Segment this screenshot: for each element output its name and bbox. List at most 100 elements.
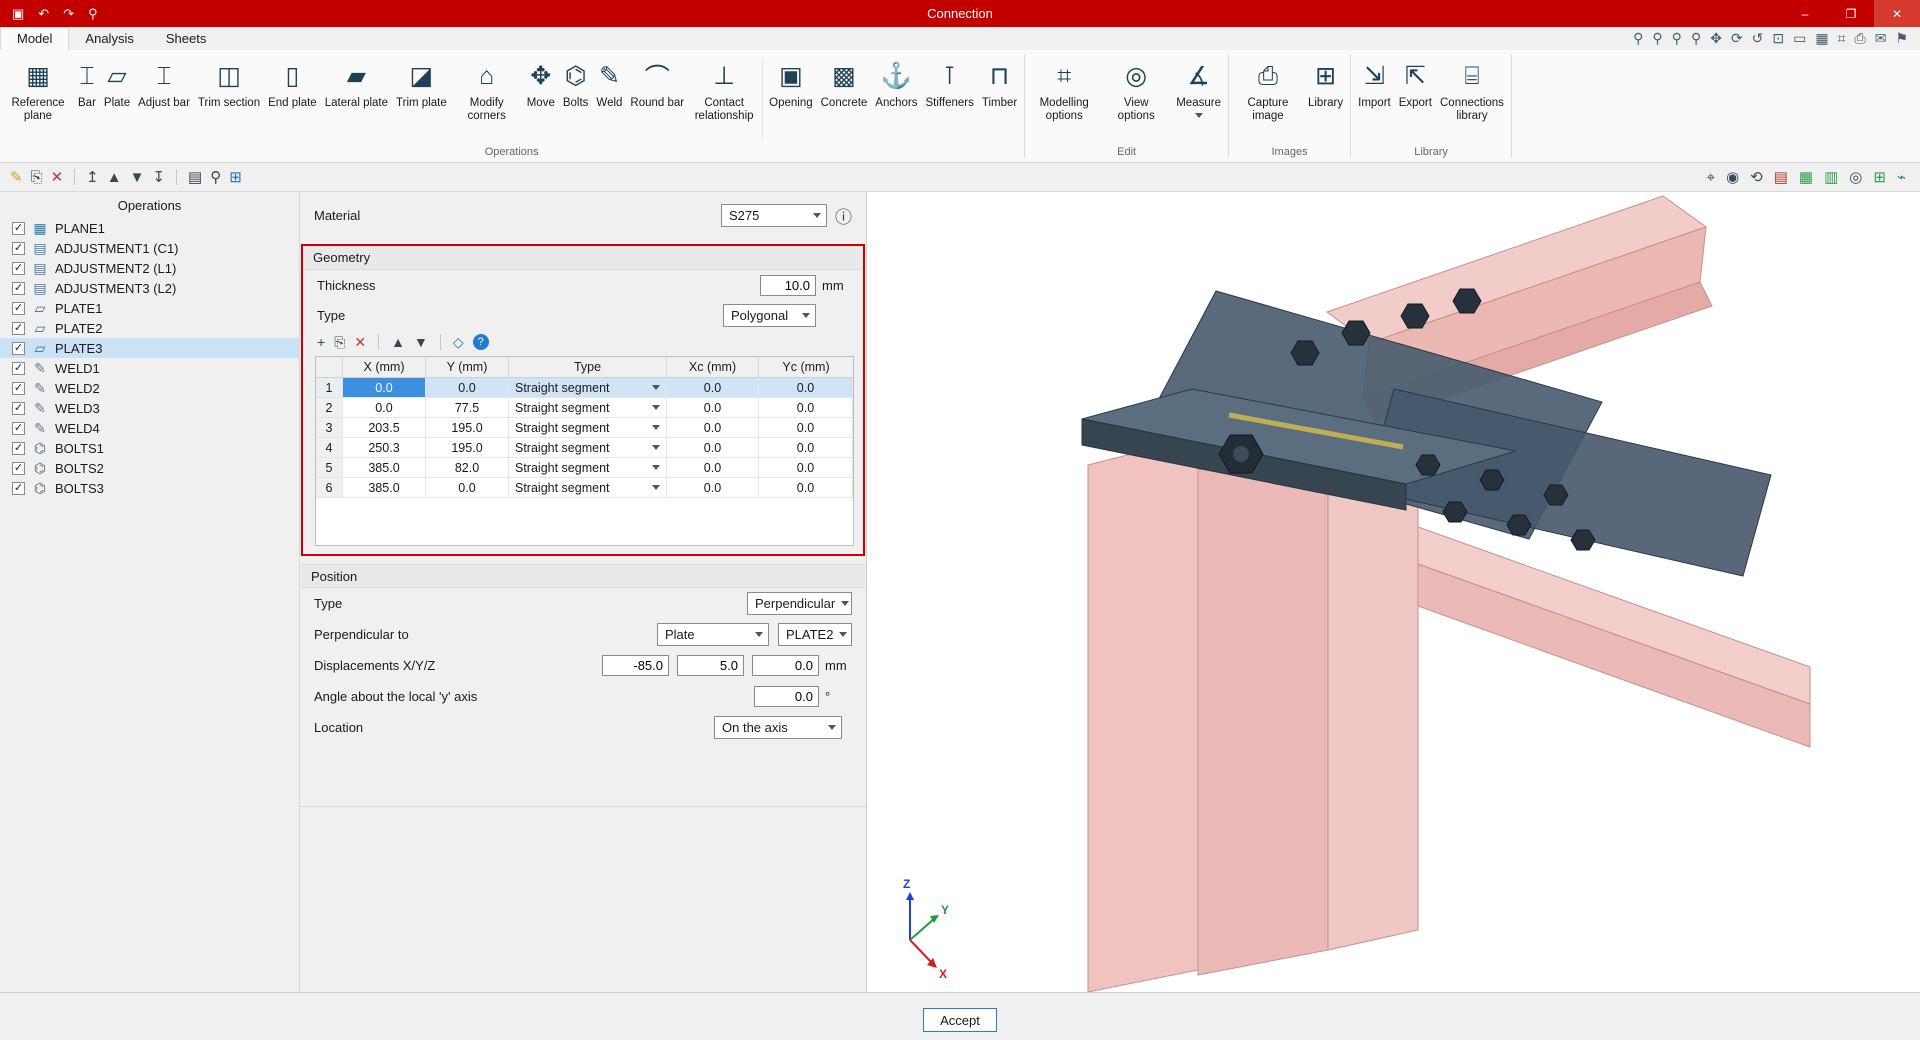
zoom-in-icon[interactable]: ⚲ xyxy=(1633,30,1643,47)
table-row[interactable]: 3 203.5 195.0 Straight segment 0.0 0.0 xyxy=(316,418,853,438)
visibility-icon[interactable]: ◎ xyxy=(1849,168,1862,186)
thickness-input[interactable] xyxy=(760,275,816,296)
cell-type-select[interactable]: Straight segment xyxy=(509,478,667,497)
position-type-select[interactable]: Perpendicular xyxy=(747,592,852,615)
cell-type-select[interactable]: Straight segment xyxy=(509,438,667,457)
ribbon-item-reference-plane[interactable]: ▦Reference plane xyxy=(2,53,74,125)
tab-analysis[interactable]: Analysis xyxy=(69,28,149,50)
cell-y[interactable]: 0.0 xyxy=(426,378,509,397)
cell-xc[interactable]: 0.0 xyxy=(667,478,759,497)
move-point-up-icon[interactable]: ▲ xyxy=(391,334,405,350)
ribbon-item-timber[interactable]: ⊓Timber xyxy=(978,53,1021,112)
ribbon-item-anchors[interactable]: ⚓Anchors xyxy=(871,53,921,112)
checkbox[interactable]: ✓ xyxy=(12,282,25,295)
tree-item-plate3[interactable]: ✓▱PLATE3 xyxy=(0,338,299,358)
cell-y[interactable]: 0.0 xyxy=(426,478,509,497)
info-icon[interactable]: ⓘ xyxy=(835,203,852,228)
tree-item-adjustment2[interactable]: ✓▤ADJUSTMENT2 (L1) xyxy=(0,258,299,278)
cell-xc[interactable]: 0.0 xyxy=(667,378,759,397)
ribbon-item-stiffeners[interactable]: ⊺Stiffeners xyxy=(921,53,977,112)
search-icon[interactable]: ⚲ xyxy=(88,6,98,22)
cell-yc[interactable]: 0.0 xyxy=(759,478,853,497)
move-up-icon[interactable]: ▲ xyxy=(107,169,122,186)
ribbon-item-end-plate[interactable]: ▯End plate xyxy=(264,53,321,112)
monitor-icon[interactable]: ▭ xyxy=(1793,30,1806,47)
report-icon[interactable]: ▤ xyxy=(1774,168,1788,186)
checkbox[interactable]: ✓ xyxy=(12,482,25,495)
ribbon-item-round-bar[interactable]: ⌒Round bar xyxy=(626,53,688,112)
tree-item-plane1[interactable]: ✓▦PLANE1 xyxy=(0,218,299,238)
tab-model[interactable]: Model xyxy=(0,27,69,50)
rotate-view-icon[interactable]: ⟲ xyxy=(1750,168,1763,186)
maximize-button[interactable]: ❐ xyxy=(1828,0,1874,27)
ribbon-item-bar[interactable]: ⌶Bar xyxy=(74,53,100,112)
orbit-icon[interactable]: ⟳ xyxy=(1731,30,1743,47)
checkbox[interactable]: ✓ xyxy=(12,422,25,435)
fit-view-icon[interactable]: ⊡ xyxy=(1772,30,1784,47)
cell-x[interactable]: 0.0 xyxy=(343,378,426,397)
tree-item-adjustment1[interactable]: ✓▤ADJUSTMENT1 (C1) xyxy=(0,238,299,258)
table-row[interactable]: 5 385.0 82.0 Straight segment 0.0 0.0 xyxy=(316,458,853,478)
polygon-icon[interactable]: ◇ xyxy=(453,334,464,351)
cell-x[interactable]: 0.0 xyxy=(343,398,426,417)
copy-point-icon[interactable]: ⎘ xyxy=(334,334,345,351)
ribbon-item-connections-library[interactable]: ⌸Connections library xyxy=(1436,53,1508,125)
checkbox[interactable]: ✓ xyxy=(12,242,25,255)
cell-xc[interactable]: 0.0 xyxy=(667,398,759,417)
close-button[interactable]: ✕ xyxy=(1874,0,1920,27)
material-select[interactable]: S275 xyxy=(721,204,827,227)
cell-type-select[interactable]: Straight segment xyxy=(509,378,667,397)
move-bottom-icon[interactable]: ↧ xyxy=(152,168,165,186)
tree-item-weld2[interactable]: ✓✎WELD2 xyxy=(0,378,299,398)
copy-icon[interactable]: ⎘ xyxy=(31,169,43,186)
ribbon-item-export[interactable]: ⇱Export xyxy=(1395,53,1436,112)
checkbox[interactable]: ✓ xyxy=(12,302,25,315)
tree-item-bolts1[interactable]: ✓⌬BOLTS1 xyxy=(0,438,299,458)
tree-item-plate2[interactable]: ✓▱PLATE2 xyxy=(0,318,299,338)
tree-item-bolts3[interactable]: ✓⌬BOLTS3 xyxy=(0,478,299,498)
connector-icon[interactable]: ⌁ xyxy=(1897,168,1906,186)
cell-xc[interactable]: 0.0 xyxy=(667,458,759,477)
checkbox[interactable]: ✓ xyxy=(12,442,25,455)
displacement-y-input[interactable] xyxy=(677,655,744,676)
tree-item-weld1[interactable]: ✓✎WELD1 xyxy=(0,358,299,378)
checkbox[interactable]: ✓ xyxy=(12,262,25,275)
move-down-icon[interactable]: ▼ xyxy=(130,169,145,186)
ribbon-item-weld[interactable]: ✎Weld xyxy=(592,53,626,112)
layers-icon[interactable]: ⊞ xyxy=(1873,168,1886,186)
zoom-window-icon[interactable]: ⚲ xyxy=(1672,30,1682,47)
measure-dropdown-icon[interactable] xyxy=(1195,113,1203,118)
move-point-down-icon[interactable]: ▼ xyxy=(414,334,428,350)
edit-icon[interactable]: ✎ xyxy=(10,168,23,186)
table-row[interactable]: 1 0.0 0.0 Straight segment 0.0 0.0 xyxy=(316,378,853,398)
orientation-icon[interactable]: ◉ xyxy=(1726,168,1739,186)
ribbon-item-concrete[interactable]: ▩Concrete xyxy=(817,53,872,112)
cell-yc[interactable]: 0.0 xyxy=(759,438,853,457)
checkbox[interactable]: ✓ xyxy=(12,322,25,335)
checkbox[interactable]: ✓ xyxy=(12,462,25,475)
ribbon-item-move[interactable]: ✥Move xyxy=(523,53,559,112)
ribbon-item-lateral-plate[interactable]: ▰Lateral plate xyxy=(321,53,392,112)
table-row[interactable]: 6 385.0 0.0 Straight segment 0.0 0.0 xyxy=(316,478,853,498)
ribbon-item-modelling-options[interactable]: ⌗Modelling options xyxy=(1028,53,1100,125)
print-icon[interactable]: ⎙ xyxy=(1855,30,1866,47)
tree-item-weld4[interactable]: ✓✎WELD4 xyxy=(0,418,299,438)
tree-item-adjustment3[interactable]: ✓▤ADJUSTMENT3 (L2) xyxy=(0,278,299,298)
tab-sheets[interactable]: Sheets xyxy=(150,28,222,50)
pin-icon[interactable]: ⚑ xyxy=(1895,30,1908,47)
ribbon-item-import[interactable]: ⇲Import xyxy=(1354,53,1395,112)
displacement-x-input[interactable] xyxy=(602,655,669,676)
search-icon[interactable]: ⚲ xyxy=(210,168,221,186)
cell-xc[interactable]: 0.0 xyxy=(667,438,759,457)
ribbon-item-plate[interactable]: ▱Plate xyxy=(100,53,134,112)
ribbon-item-trim-section[interactable]: ◫Trim section xyxy=(194,53,264,112)
cell-x[interactable]: 203.5 xyxy=(343,418,426,437)
checkbox[interactable]: ✓ xyxy=(12,222,25,235)
table-row[interactable]: 4 250.3 195.0 Straight segment 0.0 0.0 xyxy=(316,438,853,458)
zoom-extents-icon[interactable]: ⚲ xyxy=(1691,30,1701,47)
tree-item-weld3[interactable]: ✓✎WELD3 xyxy=(0,398,299,418)
cell-x[interactable]: 250.3 xyxy=(343,438,426,457)
zoom-out-icon[interactable]: ⚲ xyxy=(1652,30,1662,47)
table-row[interactable]: 2 0.0 77.5 Straight segment 0.0 0.0 xyxy=(316,398,853,418)
checkbox[interactable]: ✓ xyxy=(12,342,25,355)
